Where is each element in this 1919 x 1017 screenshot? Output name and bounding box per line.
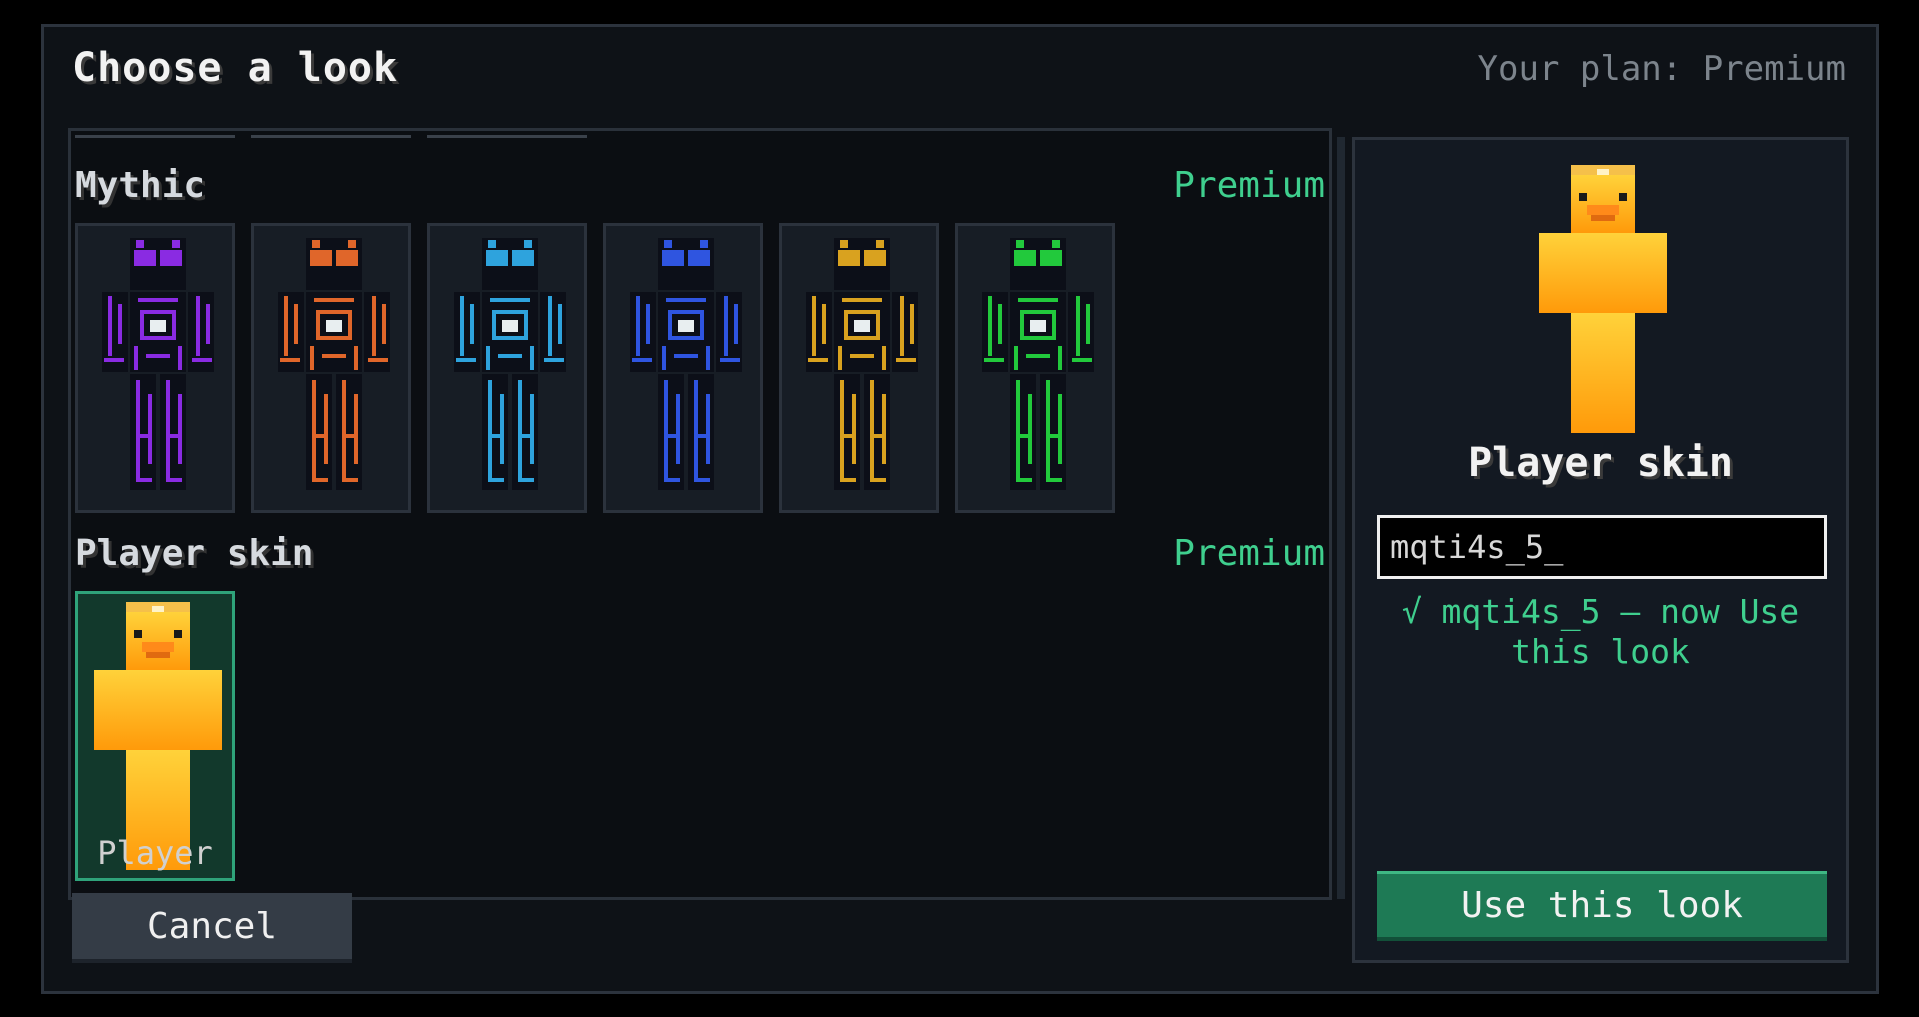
player-name-input[interactable] [1377, 515, 1827, 579]
plan-indicator: Your plan: Premium [1477, 49, 1846, 89]
purple-robot-skin-icon [102, 238, 214, 490]
validation-status: √ mqti4s_5 — now Use this look [1401, 592, 1800, 671]
cancel-button[interactable]: Cancel [72, 893, 352, 963]
tab-stub[interactable] [251, 135, 411, 138]
duck-player-skin-preview-icon [1539, 165, 1667, 433]
skin-tile-player-selected[interactable]: Player [75, 591, 235, 881]
section-tag-premium: Premium [1173, 165, 1325, 206]
use-this-look-button[interactable]: Use this look [1377, 871, 1827, 941]
orange-robot-skin-icon [278, 238, 390, 490]
skin-tile-mythic-blue[interactable] [603, 223, 763, 513]
choose-look-dialog: Choose a look Your plan: Premium Mythic … [41, 24, 1879, 994]
skin-catalog[interactable]: Mythic Premium Player skin Premium Playe… [68, 128, 1332, 900]
skin-tile-mythic-cyan[interactable] [427, 223, 587, 513]
skin-tile-label: Player [97, 834, 213, 872]
green-robot-skin-icon [982, 238, 1094, 490]
cyan-robot-skin-icon [454, 238, 566, 490]
skin-tile-mythic-green[interactable] [955, 223, 1115, 513]
catalog-scrollbar[interactable] [1337, 137, 1345, 899]
dialog-title: Choose a look [72, 45, 399, 91]
skin-tile-mythic-purple[interactable] [75, 223, 235, 513]
section-title-player-skin: Player skin [75, 533, 314, 574]
skin-tile-mythic-gold[interactable] [779, 223, 939, 513]
blue-robot-skin-icon [630, 238, 742, 490]
skin-tile-mythic-orange[interactable] [251, 223, 411, 513]
section-tag-premium: Premium [1173, 533, 1325, 574]
tab-stub[interactable] [75, 135, 235, 138]
section-title-mythic: Mythic [75, 165, 206, 206]
preview-panel: Player skin √ mqti4s_5 — now Use this lo… [1352, 137, 1849, 963]
gold-robot-skin-icon [806, 238, 918, 490]
preview-skin-name: Player skin [1468, 440, 1733, 486]
tab-stub[interactable] [427, 135, 587, 138]
